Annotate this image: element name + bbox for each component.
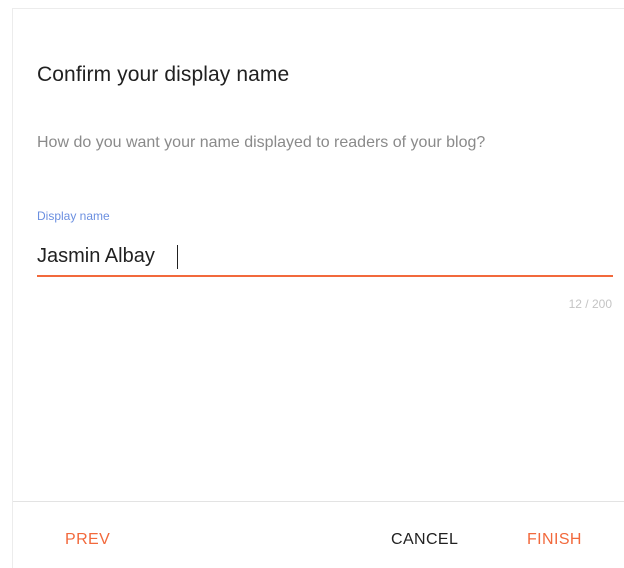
character-counter: 12 / 200: [568, 297, 612, 311]
finish-button[interactable]: FINISH: [519, 527, 590, 553]
text-caret: [177, 245, 178, 269]
cancel-button[interactable]: CANCEL: [383, 527, 466, 553]
input-underline: [37, 275, 613, 277]
footer-divider: [13, 501, 624, 502]
display-name-input[interactable]: [35, 239, 607, 273]
display-name-label: Display name: [37, 209, 110, 223]
dialog-title: Confirm your display name: [37, 63, 290, 86]
display-name-dialog: Confirm your display name How do you wan…: [12, 8, 624, 568]
prev-button[interactable]: PREV: [57, 527, 118, 553]
dialog-subtitle: How do you want your name displayed to r…: [37, 134, 486, 151]
